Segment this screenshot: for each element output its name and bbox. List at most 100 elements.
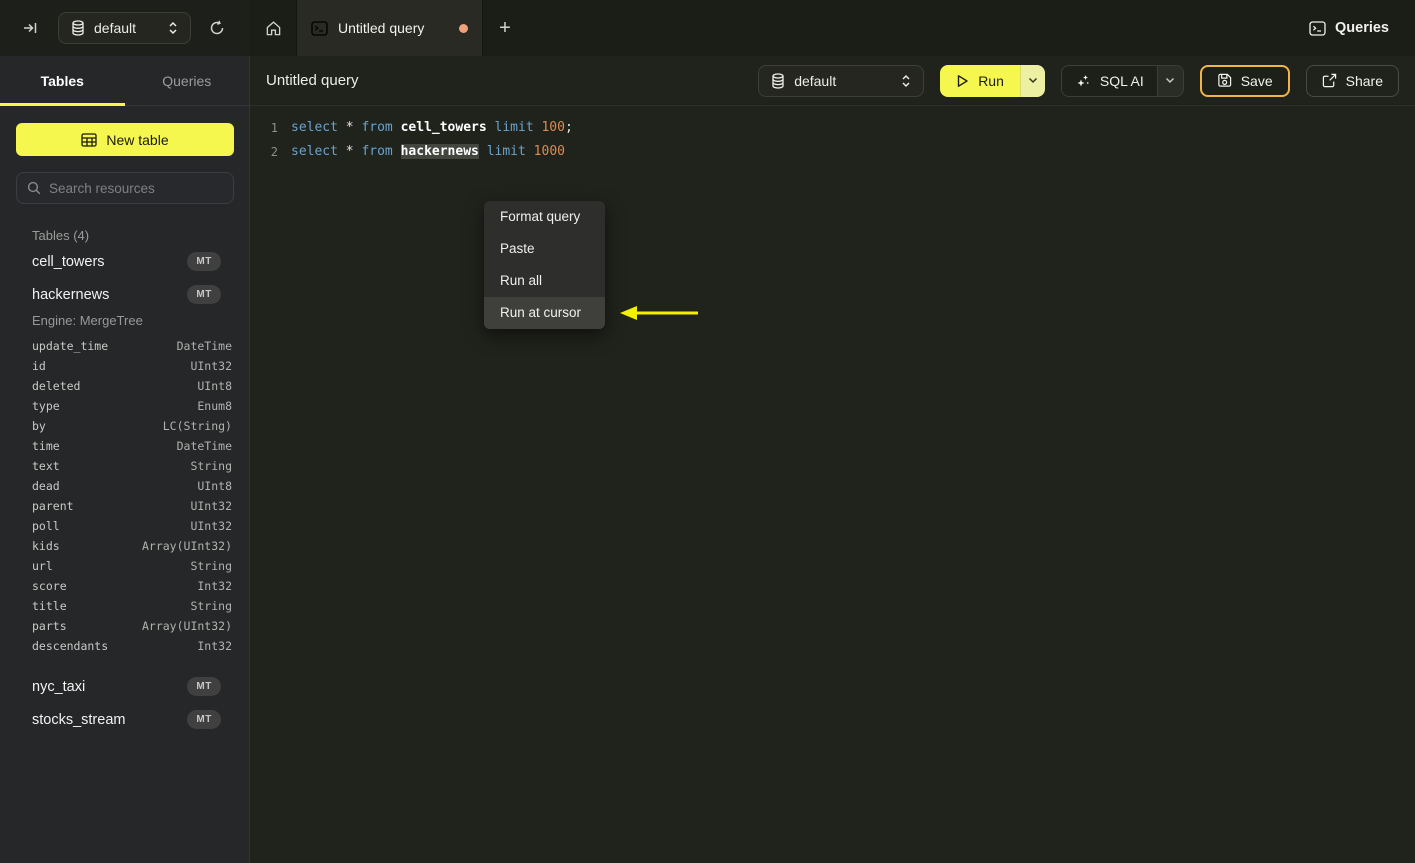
search-icon	[27, 181, 41, 195]
main-panel: Untitled query default Run SQL AI Save S…	[250, 56, 1415, 863]
column-row-parts[interactable]: parts Array(UInt32)	[0, 616, 249, 636]
column-row-title[interactable]: title String	[0, 596, 249, 616]
column-type: UInt32	[190, 519, 232, 533]
sql-ai-button[interactable]: SQL AI	[1062, 66, 1157, 96]
new-tab-button[interactable]: +	[483, 0, 527, 56]
column-name: text	[32, 459, 60, 473]
column-name: update_time	[32, 339, 109, 353]
share-button[interactable]: Share	[1305, 64, 1399, 97]
code-line-2[interactable]: 2 select * from hackernews limit 1000	[250, 140, 1415, 164]
column-row-time[interactable]: time DateTime	[0, 436, 249, 456]
table-row-hackernews[interactable]: hackernews MT	[0, 278, 249, 311]
collapse-sidebar-button[interactable]	[14, 12, 46, 44]
editor-context-menu: Format query Paste Run all Run at cursor	[484, 201, 605, 329]
sidebar-tab-queries[interactable]: Queries	[125, 56, 250, 105]
code-line-1[interactable]: 1 select * from cell_towers limit 100;	[250, 116, 1415, 140]
queries-button[interactable]: Queries	[1309, 0, 1389, 56]
column-row-score[interactable]: score Int32	[0, 576, 249, 596]
sql-ai-options-button[interactable]	[1156, 65, 1183, 96]
sparkles-icon	[1075, 73, 1091, 89]
column-row-poll[interactable]: poll UInt32	[0, 516, 249, 536]
engine-badge: MT	[187, 285, 221, 304]
column-name: by	[32, 419, 46, 433]
context-menu-item-run-at-cursor[interactable]: Run at cursor	[484, 297, 605, 329]
line-number: 2	[270, 145, 278, 159]
context-menu-item-paste[interactable]: Paste	[484, 233, 605, 265]
sidebar: TablesQueries New table Tables (4) cell_…	[0, 56, 250, 863]
run-button-label: Run	[978, 72, 1004, 89]
column-row-parent[interactable]: parent UInt32	[0, 496, 249, 516]
collapse-sidebar-icon	[22, 20, 38, 36]
column-type: DateTime	[176, 339, 232, 353]
play-icon	[956, 74, 969, 88]
column-name: title	[32, 599, 67, 613]
tables-list: cell_towers MT hackernews MT Engine: MergeTr…	[0, 245, 249, 736]
new-table-button[interactable]: New table	[16, 123, 234, 156]
refresh-button[interactable]	[201, 12, 233, 44]
engine-badge: MT	[187, 677, 221, 696]
save-button[interactable]: Save	[1199, 64, 1290, 97]
run-button[interactable]: Run	[940, 64, 1020, 97]
tables-section-label: Tables (4)	[32, 228, 90, 243]
new-table-label: New table	[106, 131, 169, 148]
table-row-nyc_taxi[interactable]: nyc_taxi MT	[0, 670, 249, 703]
query-database-selector[interactable]: default	[758, 64, 925, 97]
unfold-chevrons-icon	[901, 74, 911, 88]
column-name: time	[32, 439, 60, 453]
column-type: UInt32	[190, 499, 232, 513]
column-name: score	[32, 579, 67, 593]
unsaved-changes-dot	[459, 23, 468, 33]
table-name: nyc_taxi	[32, 678, 86, 695]
database-selector[interactable]: default	[58, 12, 191, 44]
column-row-by[interactable]: by LC(String)	[0, 416, 249, 436]
column-name: descendants	[32, 639, 109, 653]
chevron-down-icon	[1028, 77, 1038, 84]
column-row-update_time[interactable]: update_time DateTime	[0, 336, 249, 356]
save-icon	[1217, 73, 1232, 88]
top-bar-left: default	[0, 0, 250, 56]
column-row-descendants[interactable]: descendants Int32	[0, 636, 249, 656]
database-icon	[71, 20, 85, 36]
run-options-button[interactable]	[1019, 64, 1045, 97]
tab-strip: Untitled query + Queries	[250, 0, 1415, 56]
annotation-arrow	[618, 303, 702, 323]
column-name: dead	[32, 479, 60, 493]
sidebar-tab-tables[interactable]: Tables	[0, 56, 125, 106]
column-row-url[interactable]: url String	[0, 556, 249, 576]
column-row-id[interactable]: id UInt32	[0, 356, 249, 376]
context-menu-item-run-all[interactable]: Run all	[484, 265, 605, 297]
table-name: stocks_stream	[32, 711, 126, 728]
column-type: UInt8	[197, 479, 232, 493]
search-input[interactable]	[49, 180, 223, 196]
sql-editor[interactable]: 1 select * from cell_towers limit 100; 2 se…	[250, 106, 1415, 329]
query-title: Untitled query	[266, 72, 359, 89]
top-bar: default Untitled query + Queries	[0, 0, 1415, 56]
column-name: kids	[32, 539, 60, 553]
code-text: select * from hackernews limit 1000	[291, 144, 565, 159]
column-name: type	[32, 399, 60, 413]
column-type: LC(String)	[162, 419, 232, 433]
column-type: Int32	[197, 579, 232, 593]
column-name: id	[32, 359, 46, 373]
table-name: hackernews	[32, 286, 110, 303]
sidebar-tabs: Tables Queries	[0, 56, 249, 106]
column-type: String	[190, 459, 232, 473]
column-row-text[interactable]: text String	[0, 456, 249, 476]
share-icon	[1322, 73, 1337, 88]
chevron-down-icon	[1165, 77, 1175, 84]
column-type: UInt32	[190, 359, 232, 373]
table-row-stocks_stream[interactable]: stocks_stream MT	[0, 703, 249, 736]
column-row-dead[interactable]: dead UInt8	[0, 476, 249, 496]
code-lines: 1 select * from cell_towers limit 100; 2 se…	[250, 116, 1415, 164]
table-row-cell_towers[interactable]: cell_towers MT	[0, 245, 249, 278]
tab-title: Untitled query	[338, 20, 425, 36]
column-row-deleted[interactable]: deleted UInt8	[0, 376, 249, 396]
home-button[interactable]	[250, 0, 296, 56]
database-icon	[771, 72, 785, 89]
column-row-kids[interactable]: kids Array(UInt32)	[0, 536, 249, 556]
column-row-type[interactable]: type Enum8	[0, 396, 249, 416]
context-menu-item-format-query[interactable]: Format query	[484, 201, 605, 233]
table-grid-icon	[81, 132, 98, 147]
tab-untitled-query[interactable]: Untitled query	[296, 0, 483, 56]
